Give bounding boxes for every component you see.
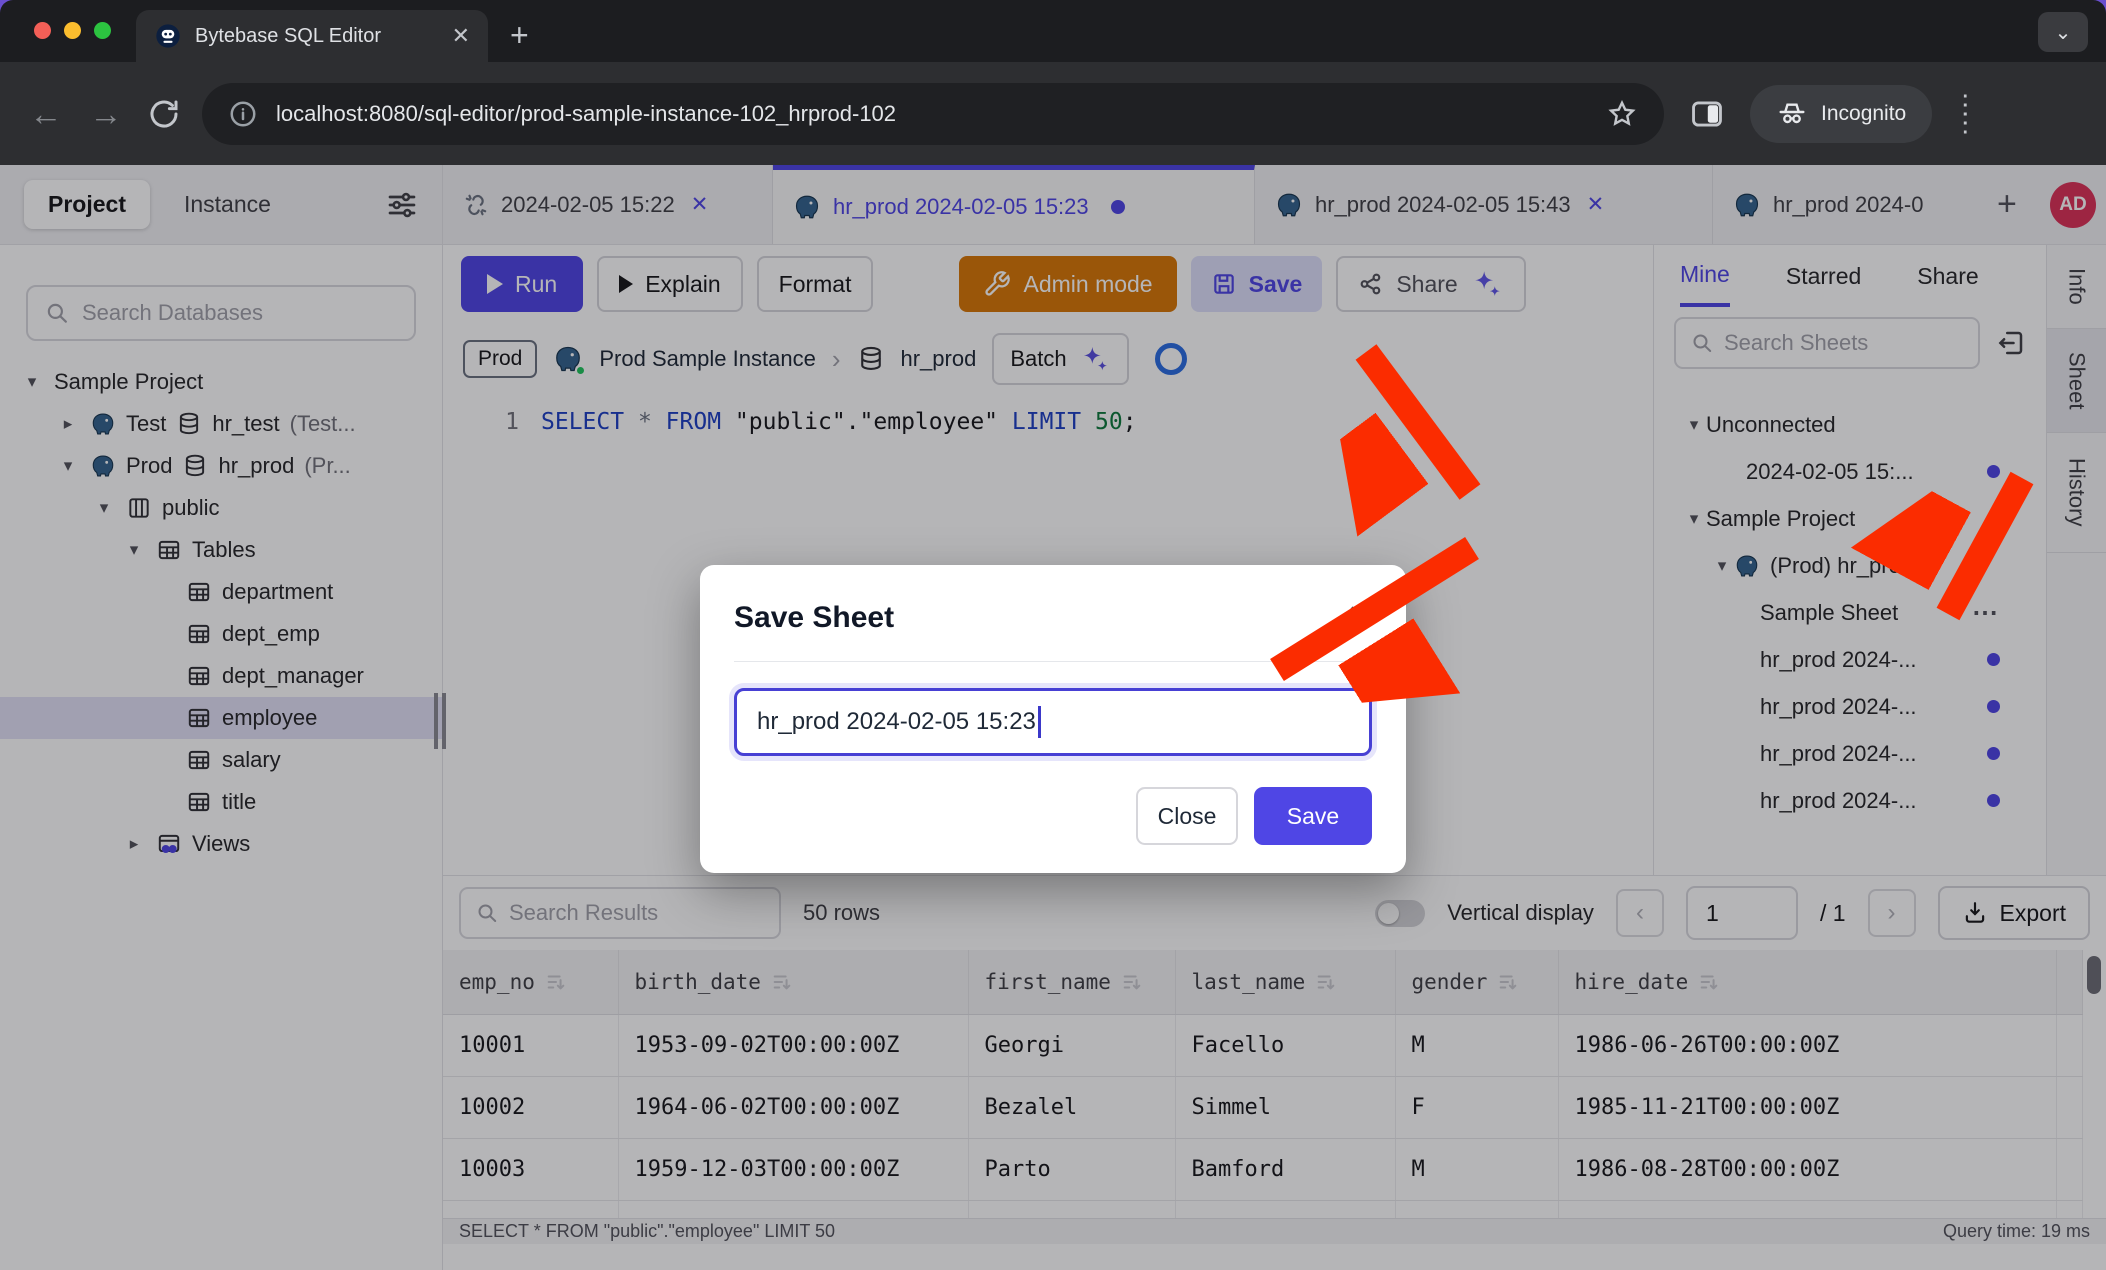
bytebase-favicon [154, 22, 182, 50]
dialog-buttons: Close Save [1136, 787, 1372, 845]
browser-navbar: ← → localhost:8080/sql-editor/prod-sampl… [0, 62, 2106, 165]
close-window-button[interactable] [34, 22, 51, 39]
reload-button[interactable] [146, 96, 182, 132]
close-button[interactable]: Close [1136, 787, 1238, 845]
dialog-save-button[interactable]: Save [1254, 787, 1372, 845]
zoom-window-button[interactable] [94, 22, 111, 39]
tab-search-chevron-button[interactable]: ⌄ [2038, 12, 2088, 52]
incognito-label: Incognito [1821, 102, 1906, 126]
browser-menu-icon[interactable]: ⋮⋮⋮ [1952, 100, 1974, 127]
site-info-icon[interactable] [228, 99, 258, 129]
url-text: localhost:8080/sql-editor/prod-sample-in… [276, 101, 1588, 127]
minimize-window-button[interactable] [64, 22, 81, 39]
incognito-badge: Incognito [1750, 85, 1932, 143]
bookmark-star-icon[interactable] [1606, 98, 1638, 130]
dialog-title: Save Sheet [734, 565, 1372, 635]
text-cursor [1038, 706, 1041, 738]
dialog-close-icon[interactable]: ✕ [1347, 599, 1372, 634]
sheet-name-input[interactable]: hr_prod 2024-02-05 15:23 [734, 688, 1372, 756]
browser-chrome: Bytebase SQL Editor ✕ + ⌄ ← → localhost:… [0, 0, 2106, 165]
side-panel-icon[interactable] [1688, 95, 1726, 133]
browser-tab[interactable]: Bytebase SQL Editor ✕ [136, 10, 488, 62]
window-controls [34, 22, 111, 39]
save-sheet-dialog: Save Sheet ✕ hr_prod 2024-02-05 15:23 Cl… [700, 565, 1406, 873]
sheet-name-value: hr_prod 2024-02-05 15:23 [757, 708, 1036, 736]
screen: Bytebase SQL Editor ✕ + ⌄ ← → localhost:… [0, 0, 2106, 1270]
forward-button[interactable]: → [86, 95, 126, 133]
incognito-icon [1776, 98, 1808, 130]
browser-tab-title: Bytebase SQL Editor [195, 25, 439, 48]
dialog-divider [734, 661, 1372, 662]
browser-tabstrip: Bytebase SQL Editor ✕ + ⌄ [0, 0, 2106, 62]
new-tab-button[interactable]: + [510, 17, 529, 54]
back-button[interactable]: ← [26, 95, 66, 133]
address-bar[interactable]: localhost:8080/sql-editor/prod-sample-in… [202, 83, 1664, 145]
browser-tab-close-icon[interactable]: ✕ [452, 23, 470, 49]
